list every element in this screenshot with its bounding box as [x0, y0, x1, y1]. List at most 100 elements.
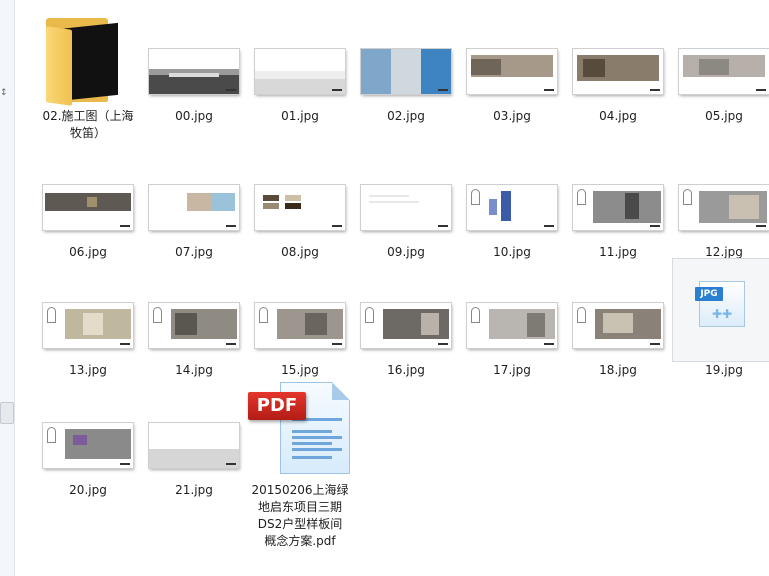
slide-footer-mark [438, 225, 448, 227]
file-item[interactable]: 04.jpg [566, 4, 670, 123]
file-thumbnail[interactable] [248, 140, 352, 244]
slide-thumbnail-image [573, 303, 663, 348]
file-thumbnail[interactable] [142, 4, 246, 108]
file-name-label: 19.jpg [705, 363, 743, 377]
brand-logo-icon [153, 307, 162, 323]
slide-image-block [187, 193, 211, 211]
slide-thumbnail-image [361, 49, 451, 94]
pdf-text-line-icon [292, 436, 342, 439]
file-thumbnail[interactable] [460, 4, 564, 108]
file-name-label: 05.jpg [705, 109, 743, 123]
file-item[interactable]: 11.jpg [566, 140, 670, 259]
file-item[interactable]: 07.jpg [142, 140, 246, 259]
file-thumbnail[interactable] [36, 4, 140, 108]
slide-image-block [255, 79, 345, 94]
slide-footer-mark [226, 343, 236, 345]
file-item[interactable]: 10.jpg [460, 140, 564, 259]
brand-logo-icon [577, 189, 586, 205]
slide-thumbnail-image [43, 303, 133, 348]
slide-footer-mark [438, 89, 448, 91]
pdf-text-line-icon [292, 430, 332, 433]
file-item[interactable]: 02.施工图（上海 牧笛） [36, 4, 140, 140]
file-thumbnail[interactable] [36, 378, 140, 482]
file-item[interactable]: 06.jpg [36, 140, 140, 259]
file-item[interactable]: 12.jpg [672, 140, 769, 259]
slide-image-block [699, 59, 729, 75]
file-thumbnail[interactable] [142, 258, 246, 362]
slide-footer-mark [544, 343, 554, 345]
file-thumbnail[interactable] [248, 4, 352, 108]
brand-logo-icon [471, 307, 480, 323]
slide-thumbnail-image [573, 49, 663, 94]
file-thumbnail[interactable] [672, 4, 769, 108]
slide-image-block [305, 313, 327, 335]
slide-image-block [391, 49, 421, 94]
file-item[interactable]: 01.jpg [248, 4, 352, 123]
file-item[interactable]: 05.jpg [672, 4, 769, 123]
file-item[interactable]: 14.jpg [142, 258, 246, 377]
file-thumbnail[interactable] [36, 258, 140, 362]
file-thumbnail[interactable] [566, 4, 670, 108]
nav-collapse-icon[interactable]: ↕ [0, 88, 8, 98]
file-item[interactable]: 20.jpg [36, 378, 140, 497]
slide-thumbnail-image [573, 185, 663, 230]
slide-thumbnail-image [255, 303, 345, 348]
file-item[interactable]: 17.jpg [460, 258, 564, 377]
slide-footer-mark [226, 225, 236, 227]
file-item[interactable]: 16.jpg [354, 258, 458, 377]
file-item[interactable]: PDF 20150206上海绿 地启东项目三期 DS2户型样板间 概念方案.pdf [248, 378, 352, 548]
slide-thumbnail-image [467, 185, 557, 230]
file-name-label: 00.jpg [175, 109, 213, 123]
slide-image-block [263, 203, 279, 209]
slide-image-block [729, 195, 759, 219]
file-item[interactable]: 09.jpg [354, 140, 458, 259]
pdf-fold-icon [332, 382, 350, 400]
pdf-badge-icon: PDF [248, 392, 306, 420]
file-item[interactable]: 03.jpg [460, 4, 564, 123]
file-item[interactable]: 00.jpg [142, 4, 246, 123]
slide-image-block [211, 193, 235, 211]
brand-logo-icon [577, 307, 586, 323]
file-thumbnail[interactable]: JPG ✚✚ [672, 258, 769, 362]
file-thumbnail[interactable] [248, 258, 352, 362]
puzzle-icon: ✚✚ [711, 307, 733, 321]
file-name-label: 01.jpg [281, 109, 319, 123]
file-thumbnail[interactable] [354, 4, 458, 108]
file-list: 02.施工图（上海 牧笛） 00.jpg 01.jpg 02.jpg 03.jpg 04.j… [14, 0, 769, 576]
slide-footer-mark [120, 463, 130, 465]
navigation-pane[interactable]: ↕ [0, 0, 15, 576]
slide-footer-mark [226, 463, 236, 465]
file-thumbnail[interactable] [672, 140, 769, 244]
slide-image-block [255, 71, 345, 79]
file-name-label: 20150206上海绿 [251, 483, 349, 497]
file-thumbnail[interactable] [460, 258, 564, 362]
slide-image-block [421, 313, 439, 335]
file-thumbnail[interactable] [566, 140, 670, 244]
file-thumbnail[interactable] [142, 378, 246, 482]
file-thumbnail[interactable] [566, 258, 670, 362]
file-thumbnail[interactable] [354, 140, 458, 244]
file-name-label: 16.jpg [387, 363, 425, 377]
file-thumbnail[interactable] [142, 140, 246, 244]
file-thumbnail[interactable] [354, 258, 458, 362]
file-name-label: 03.jpg [493, 109, 531, 123]
slide-footer-mark [332, 225, 342, 227]
file-item[interactable]: 13.jpg [36, 258, 140, 377]
slide-image-block [625, 193, 639, 219]
file-thumbnail[interactable] [460, 140, 564, 244]
file-item[interactable]: 02.jpg [354, 4, 458, 123]
jpg-badge-icon: JPG [695, 287, 723, 301]
slide-footer-mark [544, 89, 554, 91]
file-thumbnail[interactable] [36, 140, 140, 244]
slide-image-block [73, 435, 87, 445]
file-thumbnail[interactable]: PDF [248, 378, 352, 482]
nav-scroll-thumb[interactable] [0, 402, 14, 424]
file-item[interactable]: 18.jpg [566, 258, 670, 377]
file-item[interactable]: 15.jpg [248, 258, 352, 377]
file-item[interactable]: 08.jpg [248, 140, 352, 259]
slide-footer-mark [226, 89, 236, 91]
file-item[interactable]: 21.jpg [142, 378, 246, 497]
file-item[interactable]: JPG ✚✚ 19.jpg [672, 258, 769, 377]
slide-thumbnail-image [467, 303, 557, 348]
slide-thumbnail-image [149, 423, 239, 468]
